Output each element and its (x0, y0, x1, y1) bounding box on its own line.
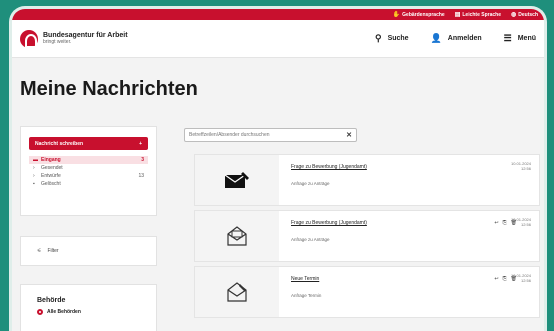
authority-title: Behörde (37, 297, 66, 304)
open-envelope-icon (227, 226, 247, 246)
topbar-link-label: Leichte Sprache (462, 11, 502, 18)
folder-sent[interactable]: › Gesendet (29, 164, 148, 172)
message-icon-area (195, 211, 279, 261)
page-title: Meine Nachrichten (20, 78, 198, 100)
filter-icon: ⚟ (37, 248, 42, 254)
radio-selected-icon (37, 309, 43, 315)
folder-label: Entwürfe (41, 173, 61, 179)
message-sender: Anfrage zu Anträge (291, 181, 330, 186)
message-datetime: 10.01.2024 12:56 (511, 161, 531, 172)
ba-logo-icon[interactable] (20, 29, 38, 48)
message-sender: Anfrage zu Anträge (291, 237, 330, 242)
message-time: 12:56 (520, 165, 531, 171)
main-content: Nachricht schreiben + ▬ Eingang 3 › Gesende… (12, 120, 544, 331)
folder-count: 3 (141, 157, 144, 163)
message-sender: Anfrage Termin (291, 293, 322, 298)
folder-label: Gesendet (41, 165, 63, 171)
reply-icon[interactable]: ↩ (494, 220, 498, 226)
message-content: Neue Termin Anfrage Termin ↩ ⎘ 🗑 10.01.2… (279, 267, 539, 317)
authority-option-label: Alle Behörden (47, 309, 81, 315)
menu-icon: ☰ (503, 33, 512, 43)
main-nav: ⚲ Suche 👤 Anmelden ☰ Menü (375, 33, 536, 44)
authority-option-all[interactable]: Alle Behörden (37, 309, 140, 315)
search-icon: ⚲ (374, 33, 382, 43)
nav-menu[interactable]: ☰ Menü (504, 33, 536, 44)
attachment-icon[interactable]: ⎘ (503, 220, 507, 226)
browser-frame: ✋ Gebärdensprache ▤ Leichte Sprache ◍ Deuts… (9, 6, 547, 331)
attachment-icon[interactable]: ⎘ (503, 276, 507, 282)
site-header: Bundesagentur für Arbeit bringt weiter. … (12, 20, 544, 58)
message-datetime: 10.01.2024 12:56 (511, 217, 531, 228)
message-content: Frage zu Bewerbung (Jugendamt) Anfrage z… (279, 211, 539, 261)
topbar-link-language[interactable]: ◍ Deutsch (511, 11, 538, 19)
unread-envelope-icon (224, 172, 249, 188)
user-icon: 👤 (430, 33, 442, 43)
logo-text[interactable]: Bundesagentur für Arbeit bringt weiter. (43, 32, 128, 45)
filter-label: Filter (47, 248, 59, 254)
plus-icon: + (139, 140, 142, 147)
topbar-link-easy-language[interactable]: ▤ Leichte Sprache (454, 11, 502, 19)
utility-bar: ✋ Gebärdensprache ▤ Leichte Sprache ◍ Deuts… (12, 9, 544, 20)
message-icon-area (195, 155, 279, 205)
nav-label: Menü (517, 35, 536, 42)
draft-envelope-icon (227, 282, 247, 302)
folder-label: Gelöscht (41, 181, 61, 187)
globe-icon: ◍ (511, 12, 517, 18)
topbar-link-sign-language[interactable]: ✋ Gebärdensprache (392, 11, 445, 19)
nav-label: Suche (387, 35, 409, 42)
nav-login[interactable]: 👤 Anmelden (431, 33, 482, 44)
message-time: 12:56 (520, 277, 531, 283)
filter-button[interactable]: ⚟ Filter (20, 236, 157, 266)
reply-icon[interactable]: ↩ (494, 276, 498, 282)
book-icon: ▤ (454, 12, 461, 18)
message-item[interactable]: Frage zu Bewerbung (Jugendamt) Anfrage z… (194, 210, 540, 262)
folder-panel: Nachricht schreiben + ▬ Eingang 3 › Gesende… (20, 126, 157, 216)
logo-subtitle: bringt weiter. (43, 38, 72, 45)
inbox-icon: ▬ (33, 157, 38, 163)
new-message-button[interactable]: Nachricht schreiben + (29, 137, 148, 150)
folder-trash[interactable]: ▪ Gelöscht (29, 180, 148, 188)
hand-icon: ✋ (392, 12, 401, 18)
clear-search-icon[interactable]: ✕ (346, 131, 352, 139)
nav-label: Anmelden (447, 35, 482, 42)
folder-count: 13 (138, 173, 144, 179)
topbar-link-label: Deutsch (518, 11, 538, 18)
message-subject[interactable]: Frage zu Bewerbung (Jugendamt) (291, 164, 539, 170)
message-datetime: 10.01.2024 12:56 (511, 273, 531, 284)
draft-icon: › (33, 173, 35, 179)
nav-search[interactable]: ⚲ Suche (375, 33, 409, 44)
topbar-link-label: Gebärdensprache (402, 11, 445, 18)
folder-inbox[interactable]: ▬ Eingang 3 (29, 156, 148, 164)
new-message-label: Nachricht schreiben (35, 140, 84, 147)
search-input[interactable] (189, 132, 347, 138)
message-content: Frage zu Bewerbung (Jugendamt) Anfrage z… (279, 155, 539, 205)
folder-drafts[interactable]: › Entwürfe 13 (29, 172, 148, 180)
message-item[interactable]: Neue Termin Anfrage Termin ↩ ⎘ 🗑 10.01.2… (194, 266, 540, 318)
message-icon-area (195, 267, 279, 317)
send-icon: › (33, 165, 35, 171)
message-search: ✕ (184, 128, 357, 142)
authority-filter: Behörde Alle Behörden (20, 284, 157, 331)
trash-icon: ▪ (33, 181, 35, 187)
folder-label: Eingang (41, 157, 61, 163)
message-time: 12:56 (520, 221, 531, 227)
message-item[interactable]: Frage zu Bewerbung (Jugendamt) Anfrage z… (194, 154, 540, 206)
